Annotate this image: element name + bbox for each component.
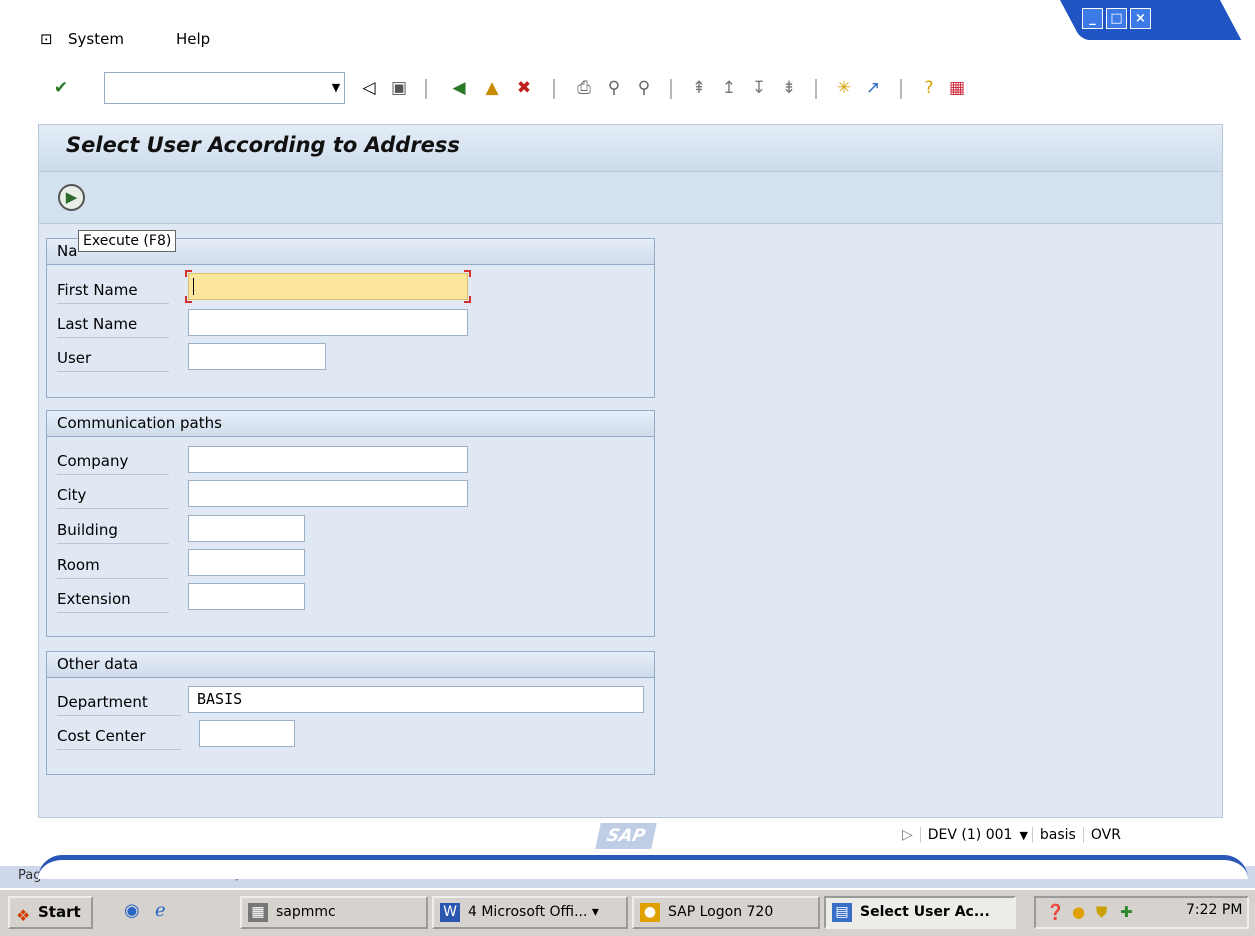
toolbar-separator <box>900 79 902 99</box>
toolbar-separator <box>815 79 817 99</box>
menu-system[interactable]: System <box>68 30 124 48</box>
windows-logo-icon: ❖ <box>16 906 31 925</box>
mmc-icon: ▦ <box>248 903 268 922</box>
last-page-icon[interactable]: ⇟ <box>778 77 800 99</box>
application-toolbar <box>38 172 1223 224</box>
user-input[interactable] <box>188 343 326 370</box>
first-name-label: First Name <box>57 276 169 304</box>
last-name-input[interactable] <box>188 309 468 336</box>
close-button[interactable]: × <box>1130 8 1151 29</box>
system-dropdown-icon[interactable]: ▼ <box>1019 829 1031 842</box>
command-field[interactable] <box>104 72 345 104</box>
quicklaunch-ie-icon[interactable]: ℯ <box>155 900 166 921</box>
back-icon[interactable]: ◀ <box>448 77 470 99</box>
focus-corner <box>464 296 471 303</box>
communication-group-header: Communication paths <box>47 411 654 437</box>
window-bottom-frame <box>38 855 1248 879</box>
taskbar-sapmmc[interactable]: ▦ sapmmc <box>240 896 428 929</box>
last-name-label: Last Name <box>57 310 169 338</box>
shortcut-icon[interactable]: ↗ <box>862 77 884 99</box>
cost-center-input[interactable] <box>199 720 295 747</box>
minimize-button[interactable]: _ <box>1082 8 1103 29</box>
previous-page-icon[interactable]: ↥ <box>718 77 740 99</box>
sap-logon-icon: ● <box>640 903 660 922</box>
first-name-input[interactable] <box>185 270 471 303</box>
enter-check-icon[interactable]: ✔ <box>50 77 72 99</box>
city-label: City <box>57 481 169 509</box>
cancel-icon[interactable]: ✖ <box>513 77 535 99</box>
city-input[interactable] <box>188 480 468 507</box>
taskbar-label: sapmmc <box>276 904 336 920</box>
start-button[interactable]: ❖ Start <box>8 896 93 929</box>
help-icon[interactable]: ? <box>918 77 940 99</box>
status-expand-icon[interactable]: ▷ <box>895 827 920 843</box>
sap-window-icon: ▤ <box>832 903 852 922</box>
new-session-icon[interactable]: ✳ <box>833 77 855 99</box>
maximize-button[interactable]: □ <box>1106 8 1127 29</box>
taskbar-clock: 7:22 PM <box>1186 902 1243 918</box>
status-user: basis <box>1031 827 1083 843</box>
text-cursor <box>193 278 194 295</box>
first-page-icon[interactable]: ⇞ <box>688 77 710 99</box>
quicklaunch-browser-icon[interactable]: ◉ <box>124 900 140 921</box>
status-mode[interactable]: OVR <box>1082 827 1128 843</box>
focus-corner <box>185 270 192 277</box>
taskbar-select-user[interactable]: ▤ Select User Ac... <box>824 896 1016 929</box>
department-label: Department <box>57 688 181 716</box>
user-label: User <box>57 344 169 372</box>
execute-icon[interactable]: ▶ <box>58 184 85 211</box>
toolbar-separator <box>670 79 672 99</box>
taskbar-sap-logon[interactable]: ● SAP Logon 720 <box>632 896 820 929</box>
company-input[interactable] <box>188 446 468 473</box>
window-menu-icon[interactable]: ⊡ <box>40 30 53 48</box>
company-label: Company <box>57 447 169 475</box>
menu-help[interactable]: Help <box>176 30 210 48</box>
command-dropdown-icon[interactable]: ▼ <box>327 72 345 104</box>
extension-input[interactable] <box>188 583 305 610</box>
security-tray-icon[interactable]: ⛊ <box>1096 903 1107 921</box>
word-icon: W <box>440 903 460 922</box>
taskbar-microsoft-office[interactable]: W 4 Microsoft Offi... ▾ <box>432 896 628 929</box>
find-next-icon[interactable]: ⚲ <box>633 77 655 99</box>
taskbar-label: 4 Microsoft Offi... <box>468 904 588 920</box>
focus-corner <box>185 296 192 303</box>
save-icon[interactable]: ▣ <box>388 77 410 99</box>
taskbar-label: Select User Ac... <box>860 904 990 920</box>
sap-tray-icon[interactable]: ● <box>1072 903 1085 921</box>
room-label: Room <box>57 551 169 579</box>
print-icon[interactable]: ⎙ <box>573 77 595 99</box>
toolbar-separator <box>553 79 555 99</box>
cost-center-label: Cost Center <box>57 722 181 750</box>
start-label: Start <box>38 903 81 921</box>
help-tray-icon[interactable]: ❓ <box>1046 903 1065 921</box>
extension-label: Extension <box>57 585 169 613</box>
collapse-arrow-icon[interactable]: ◁ <box>358 77 380 99</box>
other-data-group-header: Other data <box>47 652 654 678</box>
next-page-icon[interactable]: ↧ <box>748 77 770 99</box>
system-client[interactable]: DEV (1) 001 <box>919 827 1020 843</box>
building-input[interactable] <box>188 515 305 542</box>
toolbar-separator <box>425 79 427 99</box>
department-input[interactable]: BASIS <box>188 686 644 713</box>
sap-logo: SAP <box>595 823 657 849</box>
taskbar-label: SAP Logon 720 <box>668 904 774 920</box>
building-label: Building <box>57 516 169 544</box>
execute-tooltip: Execute (F8) <box>78 230 177 252</box>
find-icon[interactable]: ⚲ <box>603 77 625 99</box>
system-info: ▷ DEV (1) 001 ▼ basis OVR <box>895 824 1128 847</box>
room-input[interactable] <box>188 549 305 576</box>
layout-menu-icon[interactable]: ▦ <box>946 77 968 99</box>
network-tray-icon[interactable]: ✚ <box>1120 903 1133 921</box>
focus-corner <box>464 270 471 277</box>
page-title: Select User According to Address <box>66 133 460 157</box>
exit-icon[interactable]: ▲ <box>481 77 503 99</box>
